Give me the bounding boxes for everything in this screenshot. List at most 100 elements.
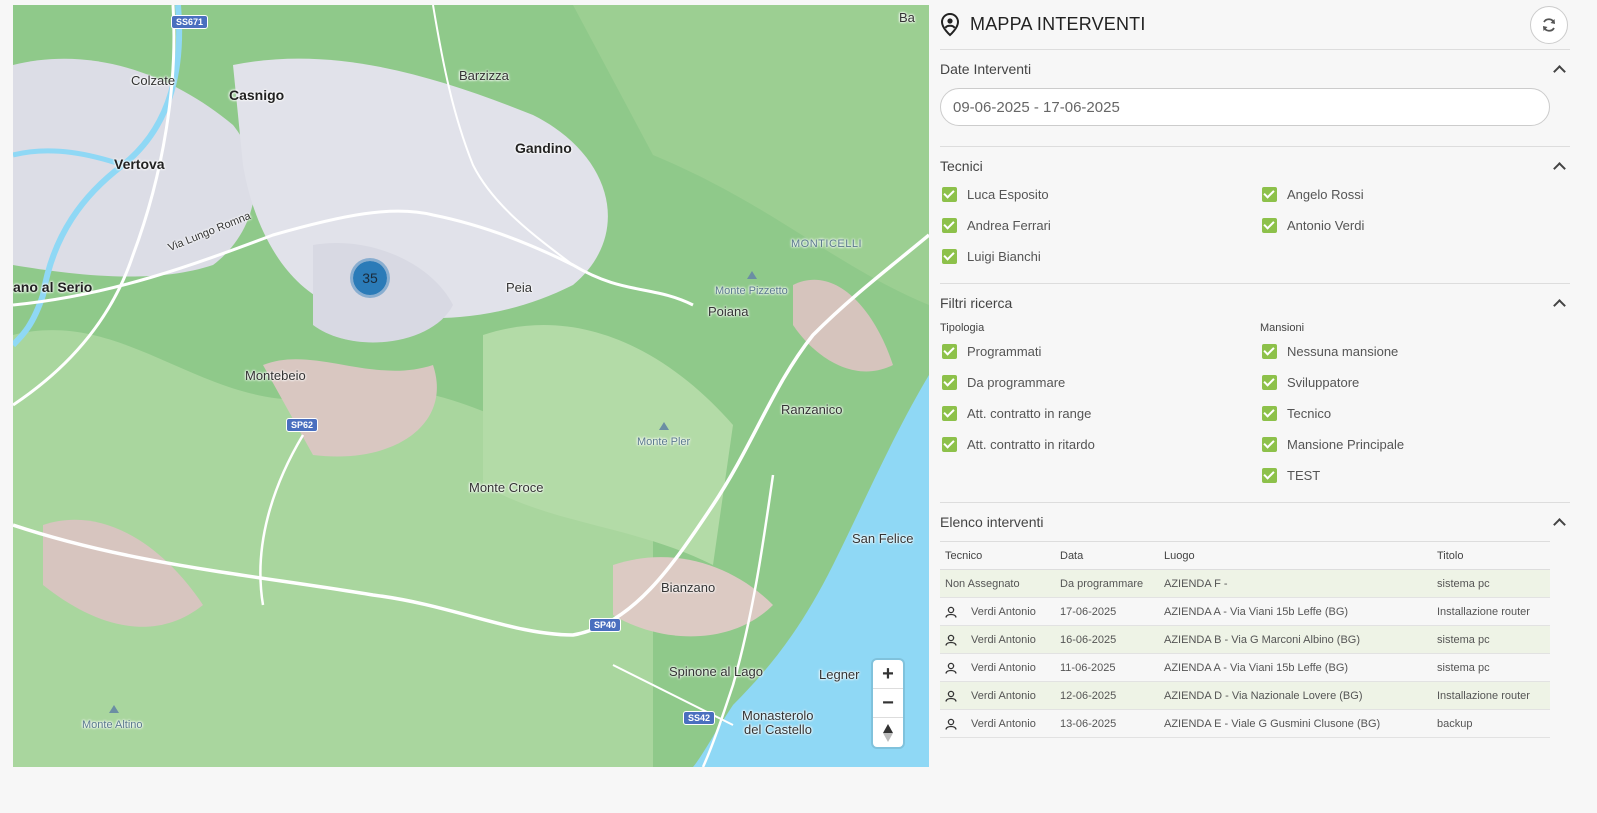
tipologia-column: Tipologia Programmati Da programmare Att… bbox=[940, 322, 1260, 484]
checkbox-label: Att. contratto in ritardo bbox=[967, 436, 1095, 452]
zoom-in-button[interactable]: + bbox=[873, 660, 903, 689]
section-title: Elenco interventi bbox=[940, 514, 1044, 530]
checkbox-label: Sviluppatore bbox=[1287, 374, 1360, 390]
cell-tecnico: Non Assegnato bbox=[940, 569, 1055, 598]
table-row[interactable]: Verdi Antonio 16-06-2025 AZIENDA B - Via… bbox=[940, 625, 1550, 654]
place-label: Peia bbox=[506, 280, 533, 295]
cell-tecnico: Verdi Antonio bbox=[940, 681, 1055, 710]
table-row[interactable]: Verdi Antonio 11-06-2025 AZIENDA A - Via… bbox=[940, 653, 1550, 682]
checkbox-mansione[interactable]: Tecnico bbox=[1260, 404, 1560, 422]
peak-icon bbox=[109, 705, 119, 713]
zoom-out-button[interactable]: − bbox=[873, 689, 903, 718]
place-label: Monte Croce bbox=[469, 480, 544, 495]
checkbox-tipologia[interactable]: Da programmare bbox=[940, 373, 1260, 391]
checkbox-tecnico[interactable]: Antonio Verdi bbox=[1260, 216, 1560, 234]
checkbox-checked-icon bbox=[1262, 436, 1277, 452]
map-zoom-controls: + − bbox=[873, 660, 903, 747]
cell-tecnico: Verdi Antonio bbox=[940, 597, 1055, 626]
peak-icon bbox=[659, 422, 669, 430]
cell-titolo: sistema pc bbox=[1432, 653, 1550, 682]
checkbox-mansione[interactable]: Mansione Principale bbox=[1260, 435, 1560, 453]
checkbox-checked-icon bbox=[1262, 374, 1277, 390]
cell-luogo: AZIENDA A - Via Viani 15b Leffe (BG) bbox=[1159, 597, 1432, 626]
checkbox-checked-icon bbox=[942, 217, 957, 233]
cell-titolo: backup bbox=[1432, 709, 1550, 738]
cell-luogo: AZIENDA A - Via Viani 15b Leffe (BG) bbox=[1159, 653, 1432, 682]
checkbox-tipologia[interactable]: Programmati bbox=[940, 342, 1260, 360]
checkbox-checked-icon bbox=[1262, 467, 1277, 483]
table-row[interactable]: Non Assegnato Da programmare AZIENDA F -… bbox=[940, 569, 1550, 598]
checkbox-mansione[interactable]: Sviluppatore bbox=[1260, 373, 1560, 391]
table-row[interactable]: Verdi Antonio 17-06-2025 AZIENDA A - Via… bbox=[940, 597, 1550, 626]
date-section-header[interactable]: Date Interventi bbox=[940, 50, 1570, 88]
checkbox-label: Andrea Ferrari bbox=[967, 217, 1051, 233]
cell-titolo: sistema pc bbox=[1432, 569, 1550, 598]
place-label: ano al Serio bbox=[13, 279, 93, 295]
place-label: Barzizza bbox=[459, 68, 509, 83]
place-label: Spinone al Lago bbox=[669, 664, 763, 679]
place-label: Vertova bbox=[114, 156, 165, 172]
marker-cluster[interactable]: 35 bbox=[350, 258, 390, 298]
user-icon bbox=[945, 662, 971, 674]
peak-label: Monte Pizzetto bbox=[715, 285, 788, 297]
place-label: Legner bbox=[819, 667, 860, 682]
road-shield-sp40: SP40 bbox=[589, 618, 622, 632]
map-terrain bbox=[13, 5, 929, 767]
checkbox-tipologia[interactable]: Att. contratto in range bbox=[940, 404, 1260, 422]
checkbox-tecnico[interactable]: Luigi Bianchi bbox=[940, 247, 1260, 265]
checkbox-tipologia[interactable]: Att. contratto in ritardo bbox=[940, 435, 1260, 453]
checkbox-label: TEST bbox=[1287, 467, 1321, 483]
cell-luogo: AZIENDA D - Via Nazionale Lovere (BG) bbox=[1159, 681, 1432, 710]
place-label: MONTICELLI bbox=[791, 238, 863, 250]
tecnici-section-header[interactable]: Tecnici bbox=[940, 147, 1570, 185]
road-shield-sp62: SP62 bbox=[286, 418, 319, 432]
mansioni-column: Mansioni Nessuna mansione Sviluppatore T… bbox=[1260, 322, 1560, 484]
checkbox-checked-icon bbox=[942, 374, 957, 390]
tecnici-checklist: Luca Esposito Angelo Rossi Andrea Ferrar… bbox=[940, 185, 1570, 283]
app: SS671 SP62 SP40 SS42 Colzate Casnigo Bar… bbox=[0, 0, 1597, 813]
cell-titolo: Installazione router bbox=[1432, 681, 1550, 710]
section-title: Filtri ricerca bbox=[940, 295, 1013, 311]
column-header[interactable]: Titolo bbox=[1432, 541, 1550, 570]
refresh-button[interactable] bbox=[1530, 6, 1568, 44]
table-row[interactable]: Verdi Antonio 13-06-2025 AZIENDA E - Via… bbox=[940, 709, 1550, 738]
chevron-up-icon bbox=[1553, 517, 1566, 531]
checkbox-tecnico[interactable]: Angelo Rossi bbox=[1260, 185, 1560, 203]
filtri-section: Filtri ricerca Tipologia Programmati Da … bbox=[940, 284, 1570, 503]
column-header[interactable]: Luogo bbox=[1159, 541, 1432, 570]
checkbox-label: Att. contratto in range bbox=[967, 405, 1092, 421]
place-label: Bianzano bbox=[661, 580, 716, 595]
filtri-section-header[interactable]: Filtri ricerca bbox=[940, 284, 1570, 322]
checkbox-checked-icon bbox=[942, 436, 957, 452]
checkbox-mansione[interactable]: Nessuna mansione bbox=[1260, 342, 1560, 360]
peak-label: Monte Pler bbox=[637, 436, 691, 448]
place-label: Colzate bbox=[131, 73, 176, 88]
checkbox-label: Antonio Verdi bbox=[1287, 217, 1365, 233]
elenco-section-header[interactable]: Elenco interventi bbox=[940, 503, 1570, 541]
cell-tecnico: Verdi Antonio bbox=[940, 625, 1055, 654]
cell-data: 11-06-2025 bbox=[1055, 653, 1159, 682]
user-icon bbox=[945, 690, 971, 702]
checkbox-label: Nessuna mansione bbox=[1287, 343, 1399, 359]
checkbox-tecnico[interactable]: Andrea Ferrari bbox=[940, 216, 1260, 234]
column-header[interactable]: Data bbox=[1055, 541, 1159, 570]
cell-luogo: AZIENDA B - Via G Marconi Albino (BG) bbox=[1159, 625, 1432, 654]
checkbox-tecnico[interactable]: Luca Esposito bbox=[940, 185, 1260, 203]
tecnico-name: Verdi Antonio bbox=[971, 633, 1036, 646]
filter-columns: Tipologia Programmati Da programmare Att… bbox=[940, 322, 1570, 502]
date-range-input[interactable] bbox=[940, 88, 1550, 126]
checkbox-label: Mansione Principale bbox=[1287, 436, 1405, 452]
map-view[interactable]: SS671 SP62 SP40 SS42 Colzate Casnigo Bar… bbox=[13, 5, 929, 767]
place-label: Casnigo bbox=[229, 87, 285, 103]
column-header[interactable]: Tecnico bbox=[940, 541, 1055, 570]
compass-button[interactable] bbox=[873, 718, 903, 747]
checkbox-mansione[interactable]: TEST bbox=[1260, 466, 1560, 484]
checkbox-label: Da programmare bbox=[967, 374, 1066, 390]
table-row[interactable]: Verdi Antonio 12-06-2025 AZIENDA D - Via… bbox=[940, 681, 1550, 710]
checkbox-checked-icon bbox=[942, 343, 957, 359]
tecnico-name: Verdi Antonio bbox=[971, 689, 1036, 702]
checkbox-label: Luigi Bianchi bbox=[967, 248, 1041, 264]
tecnico-name: Verdi Antonio bbox=[971, 717, 1036, 730]
user-icon bbox=[945, 606, 971, 618]
chevron-up-icon bbox=[1553, 64, 1566, 78]
